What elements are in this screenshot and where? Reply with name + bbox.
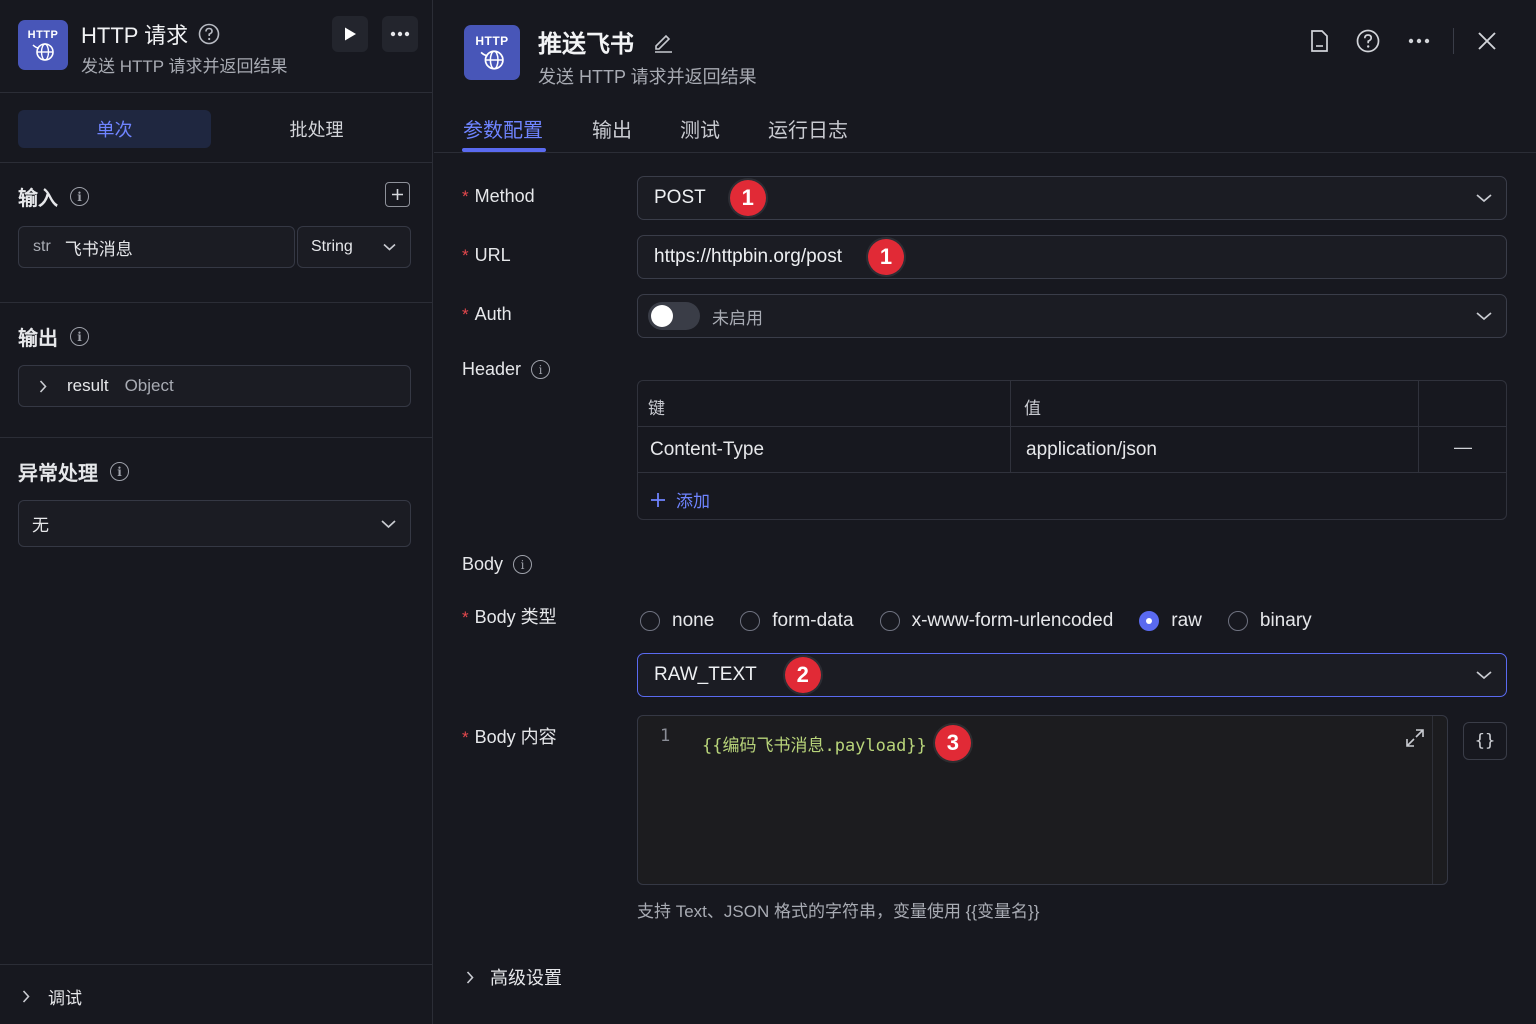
radio-none[interactable]: none — [640, 610, 714, 632]
node-more-button[interactable] — [382, 16, 418, 52]
tab-output[interactable]: 输出 — [592, 114, 632, 143]
auth-toggle[interactable] — [648, 302, 700, 330]
tab-run-log[interactable]: 运行日志 — [768, 114, 848, 143]
divider — [434, 152, 1536, 153]
body-type-label: * Body 类型 — [462, 607, 557, 627]
chevron-down-icon — [1476, 671, 1492, 680]
body-label: Body i — [462, 554, 533, 575]
node-title: HTTP 请求 — [81, 18, 220, 50]
divider — [1453, 28, 1454, 54]
node-subtitle: 发送 HTTP 请求并返回结果 — [81, 57, 288, 76]
run-button[interactable] — [332, 16, 368, 52]
chevron-down-icon — [1476, 194, 1492, 203]
step-badge: 1 — [729, 180, 766, 216]
input-section-title: 输入 i — [18, 182, 89, 211]
body-hint: 支持 Text、JSON 格式的字符串，变量使用 {{变量名}} — [637, 902, 1040, 921]
method-label: * Method — [462, 186, 535, 206]
url-label: * URL — [462, 245, 511, 265]
remove-row-button[interactable]: — — [1454, 437, 1472, 458]
input-type-select[interactable]: String — [297, 226, 411, 268]
input-value-field[interactable]: str 飞书消息 — [18, 226, 295, 268]
chevron-down-icon — [381, 519, 396, 528]
more-icon — [390, 31, 410, 37]
step-badge: 2 — [784, 657, 821, 693]
config-panel: HTTP 推送飞书 发送 HTTP 请求并返回结果 参数配置 输出 测试 运行日… — [434, 0, 1536, 1024]
tab-params[interactable]: 参数配置 — [463, 114, 543, 143]
auth-label: * Auth — [462, 304, 512, 324]
divider — [0, 437, 433, 438]
plus-icon — [392, 189, 403, 200]
type-prefix: str — [33, 238, 51, 255]
tab-batch[interactable]: 批处理 — [218, 110, 415, 148]
help-icon[interactable] — [198, 23, 220, 45]
auth-select[interactable]: 未启用 — [637, 294, 1507, 338]
header-label: Header i — [462, 359, 551, 380]
chevron-right-icon[interactable] — [39, 379, 47, 393]
body-content-label: * Body 内容 — [462, 727, 557, 747]
close-icon[interactable] — [1477, 31, 1497, 51]
play-icon — [345, 27, 356, 41]
edit-icon[interactable] — [652, 31, 674, 53]
panel-subtitle: 发送 HTTP 请求并返回结果 — [538, 67, 757, 87]
header-key-cell[interactable]: Content-Type — [650, 439, 764, 461]
chevron-right-icon — [22, 990, 30, 1003]
header-table-head — [638, 381, 1506, 427]
header-table: 键 值 Content-Type application/json — 添加 — [637, 380, 1507, 520]
http-node-logo: HTTP — [18, 20, 68, 70]
step-badge: 3 — [934, 725, 971, 761]
header-value-cell[interactable]: application/json — [1026, 439, 1157, 461]
output-section-title: 输出 i — [18, 322, 89, 351]
more-icon[interactable] — [1408, 38, 1430, 44]
method-select[interactable]: POST 1 — [637, 176, 1507, 220]
globe-icon — [480, 50, 504, 70]
url-input[interactable]: https://httpbin.org/post 1 — [637, 235, 1507, 279]
error-handling-select[interactable]: 无 — [18, 500, 411, 547]
error-section-title: 异常处理 i — [18, 457, 129, 486]
info-icon: i — [70, 327, 89, 346]
raw-format-select[interactable]: RAW_TEXT 2 — [637, 653, 1507, 697]
plus-icon — [651, 492, 665, 507]
input-value: 飞书消息 — [64, 239, 133, 259]
info-icon: i — [110, 462, 129, 481]
radio-form-data[interactable]: form-data — [740, 610, 854, 632]
divider — [0, 964, 433, 965]
json-format-button[interactable]: {} — [1463, 722, 1507, 760]
body-type-radio-group: none form-data x-www-form-urlencoded raw… — [640, 610, 1338, 632]
debug-toggle[interactable]: 调试 — [22, 984, 82, 1009]
advanced-settings-toggle[interactable]: 高级设置 — [466, 964, 562, 990]
info-icon: i — [70, 187, 89, 206]
expand-icon[interactable] — [1405, 728, 1425, 748]
divider — [0, 302, 433, 303]
chevron-right-icon — [466, 970, 474, 984]
output-result-row[interactable]: result Object — [18, 365, 411, 407]
tab-test[interactable]: 测试 — [680, 114, 720, 143]
code-text[interactable]: {{编码飞书消息.payload}} — [702, 731, 927, 756]
globe-icon — [32, 42, 54, 61]
add-input-button[interactable] — [385, 182, 410, 207]
http-node-logo: HTTP — [464, 25, 520, 80]
col-value-header: 值 — [1024, 399, 1041, 418]
help-icon[interactable] — [1356, 29, 1380, 53]
col-key-header: 键 — [648, 399, 665, 418]
tab-single[interactable]: 单次 — [18, 110, 211, 148]
divider — [0, 92, 433, 93]
panel-title: 推送飞书 — [538, 24, 674, 59]
add-header-button[interactable]: 添加 — [650, 487, 710, 512]
document-icon[interactable] — [1308, 29, 1330, 53]
line-number: 1 — [660, 726, 671, 746]
chevron-down-icon — [1476, 312, 1492, 321]
body-code-editor[interactable]: 1 {{编码飞书消息.payload}} 3 — [637, 715, 1448, 885]
node-sidebar: HTTP HTTP 请求 发送 HTTP 请求并返回结果 单次 批处理 输入 i — [0, 0, 433, 1024]
divider — [0, 162, 433, 163]
info-icon: i — [531, 360, 551, 379]
radio-x-www-form-urlencoded[interactable]: x-www-form-urlencoded — [879, 610, 1113, 632]
chevron-down-icon — [383, 243, 396, 251]
radio-raw[interactable]: raw — [1139, 610, 1202, 632]
info-icon: i — [513, 555, 533, 574]
step-badge: 1 — [868, 239, 905, 275]
radio-binary[interactable]: binary — [1227, 610, 1312, 632]
